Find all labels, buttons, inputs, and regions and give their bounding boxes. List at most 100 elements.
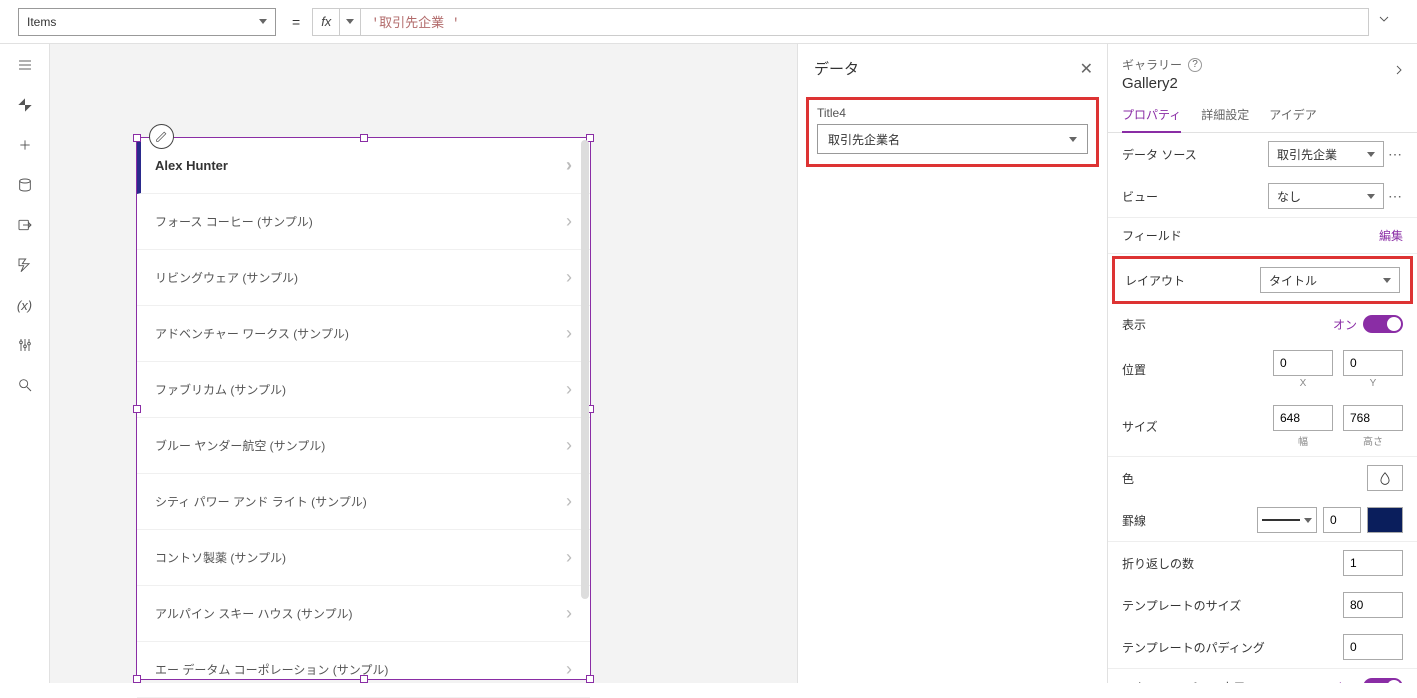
expand-formula-button[interactable] bbox=[1369, 11, 1399, 32]
hamburger-icon[interactable] bbox=[16, 56, 34, 74]
size-width-input[interactable] bbox=[1273, 405, 1333, 431]
list-item-title: アドベンチャー ワークス (サンプル) bbox=[155, 325, 349, 342]
templatesize-input[interactable] bbox=[1343, 592, 1403, 618]
list-item[interactable]: シティ パワー アンド ライト (サンプル) › bbox=[137, 474, 590, 530]
fill-icon bbox=[1378, 471, 1392, 485]
border-color-picker[interactable] bbox=[1367, 507, 1403, 533]
chevron-right-icon: › bbox=[566, 379, 572, 400]
prop-label: サイズ bbox=[1122, 418, 1158, 435]
scrollbar-toggle[interactable] bbox=[1363, 678, 1403, 683]
list-item[interactable]: コントソ製薬 (サンプル) › bbox=[137, 530, 590, 586]
tab-properties[interactable]: プロパティ bbox=[1122, 106, 1181, 133]
list-item-title: シティ パワー アンド ライト (サンプル) bbox=[155, 493, 367, 510]
edit-fields-link[interactable]: 編集 bbox=[1379, 227, 1403, 244]
edit-pencil-icon[interactable] bbox=[149, 124, 174, 149]
gallery-control[interactable]: Alex Hunter›フォース コーヒー (サンプル)›リビングウェア (サン… bbox=[136, 137, 591, 680]
resize-handle[interactable] bbox=[360, 675, 368, 683]
list-item-title: ブルー ヤンダー航空 (サンプル) bbox=[155, 437, 325, 454]
advanced-tools-icon[interactable] bbox=[16, 336, 34, 354]
property-dropdown-label: Items bbox=[27, 15, 56, 29]
list-item[interactable]: リビングウェア (サンプル) › bbox=[137, 250, 590, 306]
property-dropdown[interactable]: Items bbox=[18, 8, 276, 36]
color-picker[interactable] bbox=[1367, 465, 1403, 491]
chevron-right-icon: › bbox=[566, 659, 572, 680]
view-dropdown[interactable]: なし bbox=[1268, 183, 1384, 209]
size-height-input[interactable] bbox=[1343, 405, 1403, 431]
chevron-down-icon bbox=[1069, 137, 1077, 142]
tree-view-icon[interactable] bbox=[16, 96, 34, 114]
list-item-title: コントソ製薬 (サンプル) bbox=[155, 549, 286, 566]
layout-dropdown[interactable]: タイトル bbox=[1260, 267, 1400, 293]
insert-icon[interactable] bbox=[16, 136, 34, 154]
position-y-input[interactable] bbox=[1343, 350, 1403, 376]
list-item-title: エー データム コーポレーション (サンプル) bbox=[155, 661, 388, 678]
list-item-title: リビングウェア (サンプル) bbox=[155, 269, 298, 286]
list-item[interactable]: アドベンチャー ワークス (サンプル)› bbox=[137, 306, 590, 362]
chevron-right-icon: › bbox=[566, 491, 572, 512]
toggle-on-label: オン bbox=[1333, 679, 1357, 684]
field-name-label: Title4 bbox=[817, 106, 1088, 120]
prop-label: スクロール バーの表示 bbox=[1122, 679, 1245, 684]
help-icon[interactable]: ? bbox=[1188, 58, 1202, 72]
more-options-icon[interactable]: ⋯ bbox=[1388, 188, 1403, 205]
search-icon[interactable] bbox=[16, 376, 34, 394]
close-icon[interactable]: ✕ bbox=[1080, 59, 1093, 79]
list-item[interactable]: エー データム コーポレーション (サンプル) › bbox=[137, 642, 590, 698]
chevron-down-icon bbox=[1367, 152, 1375, 157]
resize-handle[interactable] bbox=[360, 134, 368, 142]
datasource-dropdown[interactable]: 取引先企業 bbox=[1268, 141, 1384, 167]
control-name[interactable]: Gallery2 bbox=[1122, 75, 1403, 92]
field-binding-value: 取引先企業名 bbox=[828, 131, 900, 148]
list-item[interactable]: ファブリカム (サンプル)› bbox=[137, 362, 590, 418]
fx-dropdown[interactable] bbox=[340, 9, 361, 35]
resize-handle[interactable] bbox=[133, 675, 141, 683]
media-icon[interactable] bbox=[16, 216, 34, 234]
list-item[interactable]: Alex Hunter› bbox=[137, 138, 590, 194]
resize-handle[interactable] bbox=[133, 405, 141, 413]
gallery-scrollbar[interactable] bbox=[581, 140, 589, 599]
list-item[interactable]: アルパイン スキー ハウス (サンプル) › bbox=[137, 586, 590, 642]
list-item[interactable]: フォース コーヒー (サンプル) › bbox=[137, 194, 590, 250]
chevron-down-icon bbox=[346, 19, 354, 24]
chevron-right-icon: › bbox=[566, 547, 572, 568]
resize-handle[interactable] bbox=[586, 675, 594, 683]
more-options-icon[interactable]: ⋯ bbox=[1388, 146, 1403, 163]
highlighted-layout-row: レイアウト タイトル bbox=[1112, 256, 1413, 304]
list-item[interactable]: ブルー ヤンダー航空 (サンプル)› bbox=[137, 418, 590, 474]
border-style-dropdown[interactable] bbox=[1257, 507, 1317, 533]
wrapcount-input[interactable] bbox=[1343, 550, 1403, 576]
chevron-right-icon: › bbox=[566, 603, 572, 624]
canvas[interactable]: Alex Hunter›フォース コーヒー (サンプル)›リビングウェア (サン… bbox=[50, 44, 797, 683]
properties-pane: ギャラリー ? Gallery2 プロパティ 詳細設定 アイデア データ ソース… bbox=[1107, 44, 1417, 683]
prop-label: 罫線 bbox=[1122, 512, 1146, 529]
power-automate-icon[interactable] bbox=[16, 256, 34, 274]
chevron-right-icon: › bbox=[566, 267, 572, 288]
tab-advanced[interactable]: 詳細設定 bbox=[1201, 106, 1249, 132]
prop-label: データ ソース bbox=[1122, 146, 1197, 163]
position-x-input[interactable] bbox=[1273, 350, 1333, 376]
list-item-title: アルパイン スキー ハウス (サンプル) bbox=[155, 605, 353, 622]
variables-icon[interactable]: (x) bbox=[16, 296, 34, 314]
list-item-title: フォース コーヒー (サンプル) bbox=[155, 213, 313, 230]
prop-label: 色 bbox=[1122, 470, 1134, 487]
prop-label: テンプレートのパディング bbox=[1122, 639, 1265, 656]
data-pane: データ ✕ Title4 取引先企業名 bbox=[797, 44, 1107, 683]
templatepadding-input[interactable] bbox=[1343, 634, 1403, 660]
field-binding-dropdown[interactable]: 取引先企業名 bbox=[817, 124, 1088, 154]
prop-label: フィールド bbox=[1122, 227, 1182, 244]
equals-sign: = bbox=[292, 14, 300, 30]
chevron-down-icon bbox=[1304, 518, 1312, 523]
border-width-input[interactable] bbox=[1323, 507, 1361, 533]
data-icon[interactable] bbox=[16, 176, 34, 194]
resize-handle[interactable] bbox=[133, 134, 141, 142]
formula-container: fx bbox=[312, 8, 1369, 36]
prop-label: テンプレートのサイズ bbox=[1122, 597, 1241, 614]
chevron-down-icon bbox=[1376, 11, 1392, 27]
expand-pane-icon[interactable] bbox=[1391, 62, 1407, 83]
chevron-right-icon: › bbox=[566, 211, 572, 232]
prop-label: ビュー bbox=[1122, 188, 1158, 205]
tab-ideas[interactable]: アイデア bbox=[1269, 106, 1316, 132]
formula-input[interactable] bbox=[361, 9, 1368, 35]
data-pane-title: データ bbox=[814, 58, 859, 79]
visible-toggle[interactable] bbox=[1363, 315, 1403, 333]
